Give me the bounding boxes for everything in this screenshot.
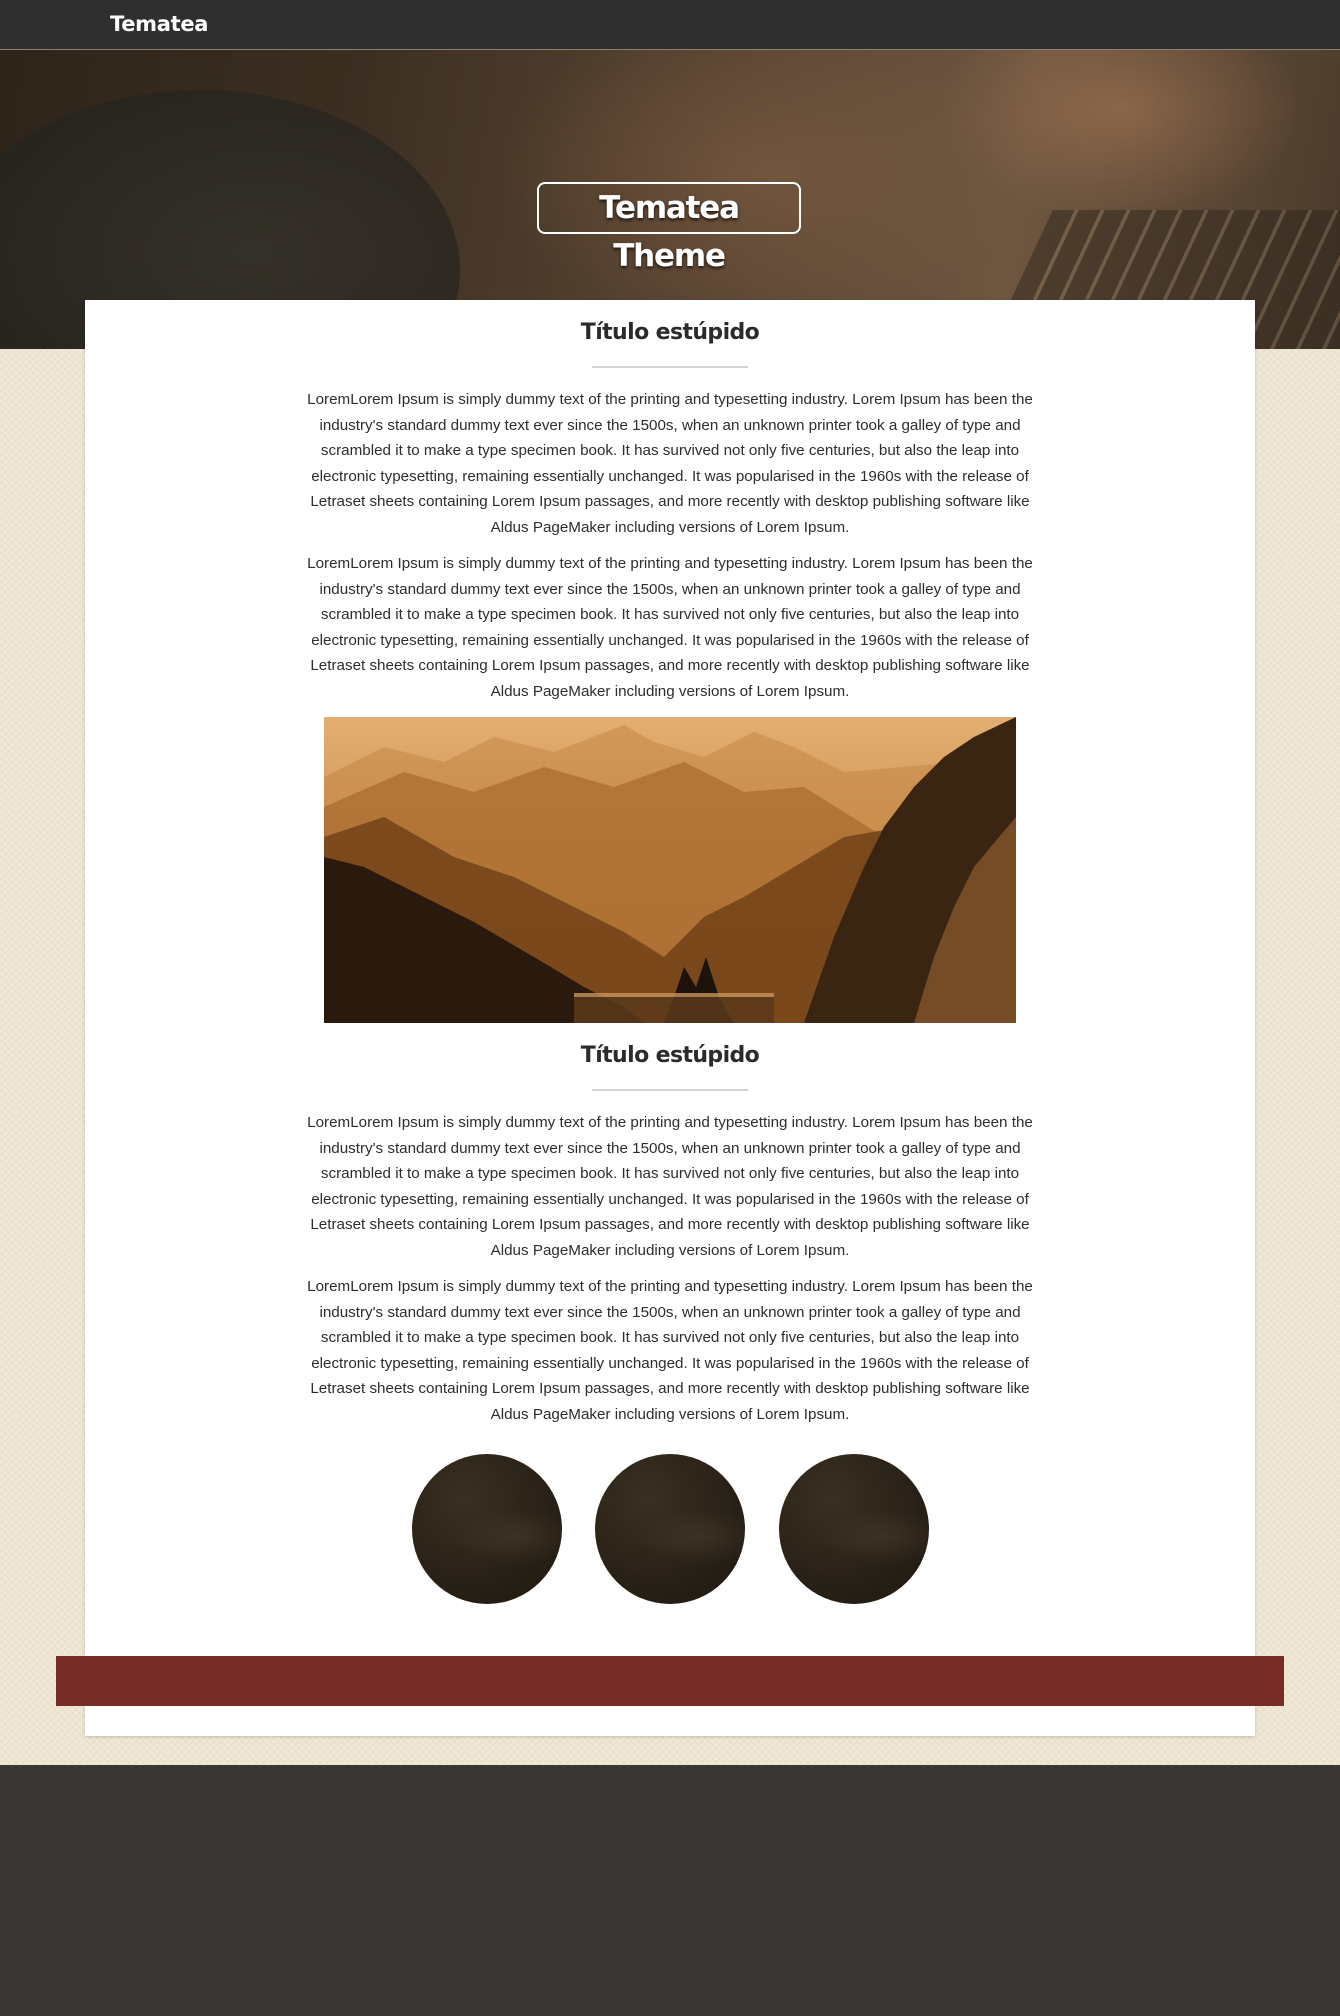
body-paragraph: LoremLorem Ipsum is simply dummy text of… xyxy=(307,555,1033,700)
circle-image[interactable] xyxy=(412,1454,562,1604)
mountain-landscape-image xyxy=(324,717,1016,1023)
red-banner-strip xyxy=(56,1656,1284,1706)
section-divider xyxy=(592,366,748,368)
body-paragraph: LoremLorem Ipsum is simply dummy text of… xyxy=(307,1114,1033,1259)
main-content-card: Título estúpido LoremLorem Ipsum is simp… xyxy=(85,300,1255,1736)
brand-link[interactable]: Tematea xyxy=(110,12,208,36)
page-footer xyxy=(0,1765,1340,2016)
section-divider xyxy=(592,1089,748,1091)
section-title: Título estúpido xyxy=(580,1043,760,1068)
section-title: Título estúpido xyxy=(580,320,760,345)
circle-image-row xyxy=(85,1454,1255,1606)
body-paragraph: LoremLorem Ipsum is simply dummy text of… xyxy=(307,1278,1033,1423)
circle-image[interactable] xyxy=(595,1454,745,1604)
body-paragraph: LoremLorem Ipsum is simply dummy text of… xyxy=(307,391,1033,536)
circle-image[interactable] xyxy=(779,1454,929,1604)
top-navbar: Tematea xyxy=(0,0,1340,50)
hero-title: Tematea Theme xyxy=(537,182,801,274)
